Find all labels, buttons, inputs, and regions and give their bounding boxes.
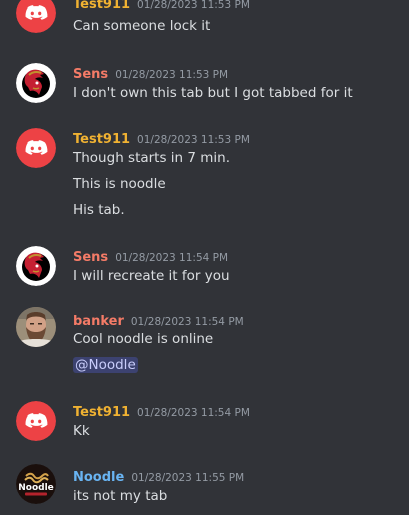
message-text: This is noodle <box>73 176 166 192</box>
senators-logo-icon[interactable] <box>16 63 56 103</box>
message-group: Test911 01/28/2023 11:53 PM Can someone l… <box>0 0 409 37</box>
message-header: banker 01/28/2023 11:54 PM <box>73 310 244 329</box>
author-name[interactable]: Test911 <box>73 405 130 420</box>
message-text: Kk <box>73 423 90 439</box>
message-header: Sens 01/28/2023 11:53 PM <box>73 63 229 82</box>
message-group: Test911 01/28/2023 11:54 PM Kk <box>0 401 409 441</box>
timestamp: 01/28/2023 11:55 PM <box>131 472 245 484</box>
message-group: Noodle Noodle 01/28/2023 11:55 PM its not… <box>0 464 409 506</box>
message-text: @Noodle <box>73 357 138 373</box>
timestamp: 01/28/2023 11:54 PM <box>130 316 244 328</box>
user-mention[interactable]: @Noodle <box>73 357 138 373</box>
discord-logo-icon[interactable] <box>16 128 56 168</box>
message-header: Sens 01/28/2023 11:54 PM <box>73 246 229 265</box>
author-name[interactable]: Noodle <box>73 470 124 485</box>
timestamp: 01/28/2023 11:53 PM <box>115 69 229 81</box>
message-header: Test911 01/28/2023 11:54 PM <box>73 401 250 420</box>
timestamp: 01/28/2023 11:53 PM <box>137 134 250 146</box>
message-text: Can someone lock it <box>73 18 211 34</box>
bearded-man-photo[interactable] <box>16 307 56 347</box>
noodle-logo-icon[interactable]: Noodle <box>16 464 56 504</box>
message-header: Noodle 01/28/2023 11:55 PM <box>73 466 245 485</box>
timestamp: 01/28/2023 11:54 PM <box>137 407 250 419</box>
message-text: Cool noodle is online <box>73 331 214 347</box>
discord-logo-icon[interactable] <box>16 0 56 33</box>
author-name[interactable]: Sens <box>73 250 108 265</box>
author-name[interactable]: Sens <box>73 67 108 82</box>
message-header: Test911 01/28/2023 11:53 PM <box>73 128 250 147</box>
message-text: I will recreate it for you <box>73 268 230 284</box>
discord-logo-icon[interactable] <box>16 401 56 441</box>
message-text: I don't own this tab but I got tabbed fo… <box>73 85 353 101</box>
message-header: Test911 01/28/2023 11:53 PM <box>73 0 250 12</box>
message-text: Though starts in 7 min. <box>73 150 231 166</box>
message-text: His tab. <box>73 202 125 218</box>
author-name[interactable]: Test911 <box>73 132 130 147</box>
timestamp: 01/28/2023 11:54 PM <box>115 252 229 264</box>
timestamp: 01/28/2023 11:53 PM <box>137 0 250 11</box>
senators-logo-icon[interactable] <box>16 246 56 286</box>
author-name[interactable]: Test911 <box>73 0 130 12</box>
author-name[interactable]: banker <box>73 314 124 329</box>
message-group: Test911 01/28/2023 11:53 PM Though starts… <box>0 128 409 218</box>
message-group: Sens 01/28/2023 11:54 PM I will recreate … <box>0 246 409 286</box>
message-group: banker 01/28/2023 11:54 PM Cool noodle is… <box>0 307 409 373</box>
message-text: its not my tab <box>73 488 168 504</box>
svg-text:Noodle: Noodle <box>18 483 54 493</box>
message-group: Sens 01/28/2023 11:53 PM I don't own this… <box>0 63 409 103</box>
